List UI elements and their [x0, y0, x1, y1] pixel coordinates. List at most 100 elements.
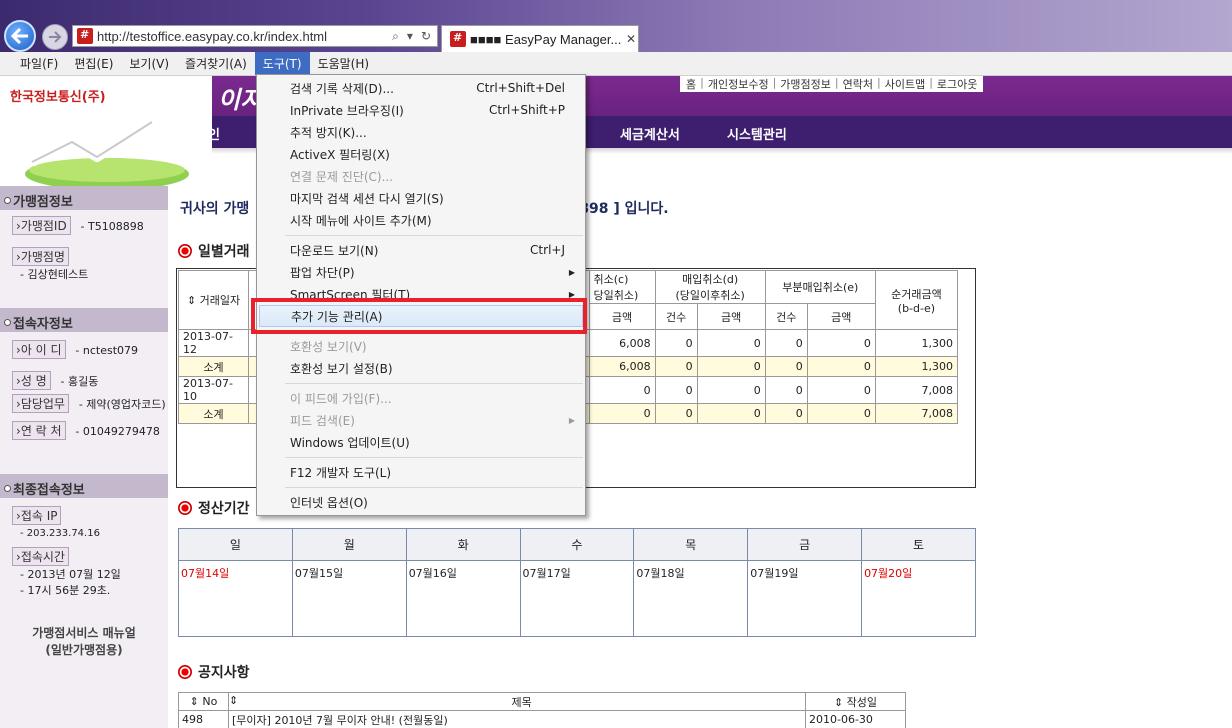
nav-system-admin[interactable]: 시스템관리 [727, 124, 787, 143]
menu-item-tracking-protection[interactable]: 추적 방지(K)... [257, 121, 585, 143]
time-clock-value: - 17시 56분 29초. [20, 584, 111, 597]
company-logo[interactable]: 한국정보통신(주) [10, 86, 106, 105]
cal-day-fri: 금 [747, 528, 863, 561]
user-name-value: - 홍길동 [60, 375, 99, 388]
duty-value: - 제약(영업자코드) [78, 398, 166, 411]
browser-tab[interactable]: ■■■■ EasyPay Manager... ✕ [441, 25, 639, 52]
cal-day-thu: 목 [633, 528, 749, 561]
menu-item-popup-blocker[interactable]: 팝업 차단(P) ▶ [257, 261, 585, 283]
link-sitemap[interactable]: 사이트맵 [885, 76, 925, 92]
menu-item-compat-settings[interactable]: 호환성 보기 설정(B) [257, 357, 585, 379]
menu-favorites[interactable]: 즐겨찾기(A) [177, 52, 255, 75]
welcome-suffix: 898 ] 입니다. [579, 201, 669, 217]
back-button[interactable] [4, 20, 36, 52]
cal-cell[interactable]: 07월15일 [291, 560, 407, 637]
nav-tax-invoice[interactable]: 세금계산서 [620, 124, 680, 143]
cal-cell[interactable]: 07월19일 [747, 560, 863, 637]
logo-area: 한국정보통신(주) [0, 76, 212, 190]
ip-row: ›접속 IP - 203.233.74.16 [0, 506, 168, 539]
menu-item-subscribe-feed: 이 피드에 가입(F)... [290, 391, 392, 406]
table-row[interactable]: 498 [무이자] 2010년 7월 무이자 안내! (전월동일) 2010-0… [178, 710, 906, 728]
forward-arrow-icon [49, 31, 62, 43]
menu-separator [285, 383, 583, 384]
site-favicon-icon [77, 28, 93, 44]
notice-col-subject[interactable]: ⇕ 제목 [228, 692, 806, 711]
manual-link[interactable]: 가맹점서비스 매뉴얼 (일반가맹점용) [0, 624, 168, 658]
cal-cell[interactable]: 07월20일 [861, 560, 976, 637]
menu-item-diagnose: 연결 문제 진단(C)... [290, 169, 394, 184]
menu-item-reopen-session[interactable]: 마지막 검색 세션 다시 열기(S) [257, 187, 585, 209]
merchant-name-value: - 김상현테스트 [20, 268, 89, 281]
tab-close-icon[interactable]: ✕ [624, 32, 638, 46]
col-date-header[interactable]: ⇕ 거래일자 [177, 270, 250, 330]
notice-col-no[interactable]: ⇕ No [178, 692, 229, 711]
dropdown-icon[interactable]: ▾ [407, 29, 413, 44]
menu-item-inprivate[interactable]: InPrivate 브라우징(I) Ctrl+Shift+P [257, 99, 585, 121]
notice-subject-link[interactable]: [무이자] 2010년 7월 무이자 안내! (전월동일) [228, 710, 806, 728]
col-e-amount: 금액 [806, 303, 876, 330]
menu-item-downloads[interactable]: 다운로드 보기(N) Ctrl+J [257, 239, 585, 261]
back-arrow-icon [11, 28, 28, 44]
top-links: 홈 | 개인정보수정 | 가맹점정보 | 연락처 | 사이트맵 | 로그아웃 [680, 76, 984, 92]
address-bar[interactable]: http://testoffice.easypay.co.kr/index.ht… [72, 25, 438, 47]
menu-tools[interactable]: 도구(T) [254, 52, 310, 75]
settle-title-text: 정산기간 [198, 501, 250, 517]
site-header: 한국정보통신(주) 이지 홈 | 개인정보수정 | 가맹점정보 | 연락처 | 사이트맵… [0, 76, 1232, 190]
cal-cell[interactable]: 07월16일 [405, 560, 521, 637]
browser-titlebar: http://testoffice.easypay.co.kr/index.ht… [0, 0, 1232, 52]
last-login-header: 최종접속정보 [0, 474, 168, 498]
link-profile[interactable]: 개인정보수정 [708, 76, 769, 92]
menu-help[interactable]: 도움말(H) [310, 52, 378, 75]
menu-item-add-start-menu[interactable]: 시작 메뉴에 사이트 추가(M) [257, 209, 585, 231]
merchant-id-label: ›가맹점ID [12, 216, 71, 235]
menu-bar: 파일(F) 편집(E) 보기(V) 즐겨찾기(A) 도구(T) 도움말(H) [0, 52, 1232, 76]
bullet-icon [178, 244, 192, 258]
tab-title: ■■■■ EasyPay Manager... [470, 31, 622, 47]
menu-item-internet-options[interactable]: 인터넷 옵션(O) [257, 491, 585, 513]
link-home[interactable]: 홈 [686, 76, 696, 92]
link-logout[interactable]: 로그아웃 [937, 76, 977, 92]
nav-approval[interactable]: 승인 [196, 124, 220, 143]
bullet-icon [178, 665, 192, 679]
address-text[interactable]: http://testoffice.easypay.co.kr/index.ht… [97, 29, 392, 44]
forward-button[interactable] [42, 24, 68, 50]
phone-label: ›연 락 처 [12, 421, 66, 440]
cal-cell[interactable]: 07월17일 [519, 560, 635, 637]
user-name-label: ›성 명 [12, 371, 51, 390]
daily-section-title: 일별거래 [178, 241, 250, 261]
menu-file[interactable]: 파일(F) [12, 52, 66, 75]
phone-value: - 01049279478 [75, 425, 160, 438]
menu-separator [285, 235, 583, 236]
search-icon[interactable]: ⌕ [392, 29, 399, 44]
col-d-amount: 금액 [696, 303, 766, 330]
menu-item-dev-tools[interactable]: F12 개발자 도구(L) [257, 461, 585, 483]
col-cancel-c-header: 취소(c) 당일취소) [588, 270, 656, 304]
merchant-id-row: ›가맹점ID - T5108898 [0, 216, 168, 235]
cal-day-sun: 일 [178, 528, 293, 561]
time-label: ›접속시간 [12, 547, 69, 566]
menu-item-delete-history[interactable]: 검색 기록 삭제(D)... Ctrl+Shift+Del [257, 77, 585, 99]
link-contact[interactable]: 연락처 [843, 76, 873, 92]
menu-item-activex-filter[interactable]: ActiveX 필터링(X) [257, 143, 585, 165]
merchant-id-value: - T5108898 [80, 220, 144, 233]
link-merchant-info[interactable]: 가맹점정보 [780, 76, 831, 92]
phone-row: ›연 락 처 - 01049279478 [0, 421, 168, 440]
menu-view[interactable]: 보기(V) [121, 52, 177, 75]
time-row: ›접속시간 - 2013년 07월 12일 - 17시 56분 29초. [0, 547, 168, 598]
merchant-name-row: ›가맹점명 - 김상현테스트 [0, 247, 168, 282]
refresh-icon[interactable]: ↻ [421, 29, 431, 44]
menu-item-feed-discovery: 피드 검색(E) ▶ [290, 413, 575, 428]
menu-edit[interactable]: 편집(E) [66, 52, 121, 75]
user-id-label: ›아 이 디 [12, 340, 66, 359]
tools-dropdown-menu: 검색 기록 삭제(D)... Ctrl+Shift+Del InPrivate 브… [256, 74, 586, 516]
cal-day-wed: 수 [519, 528, 635, 561]
cal-cell[interactable]: 07월14일 [178, 560, 293, 637]
calendar-table: 일 월 화 수 목 금 토 07월14일 07월15일 07월16일 07월17… [178, 528, 976, 637]
notice-col-date[interactable]: ⇕ 작성일 [805, 692, 906, 711]
menu-item-windows-update[interactable]: Windows 업데이트(U) [257, 431, 585, 453]
highlight-box [251, 298, 587, 334]
duty-row: ›담당업무 - 제약(영업자코드) [0, 394, 168, 413]
user-id-row: ›아 이 디 - nctest079 [0, 340, 168, 359]
manual-line1: 가맹점서비스 매뉴얼 [32, 626, 136, 640]
cal-cell[interactable]: 07월18일 [633, 560, 749, 637]
